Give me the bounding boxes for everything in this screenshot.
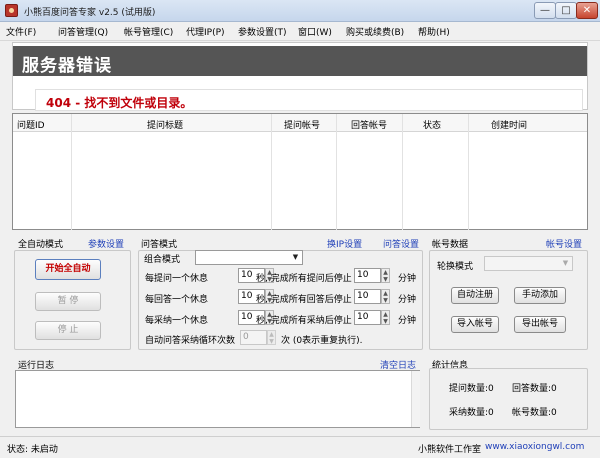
web-browser-area[interactable]: 服务器错误 404 - 找不到文件或目录。 [12, 42, 588, 111]
menu-buy-renew[interactable]: 购买或续费(B) [346, 25, 404, 38]
auto-mode-title: 全自动模式 [18, 240, 64, 250]
run-log-textarea[interactable] [15, 370, 420, 428]
question-table[interactable]: 问题ID 提问标题 提问帐号 回答帐号 状态 创建时间 [12, 113, 588, 230]
import-accounts-button[interactable]: 导入帐号 [451, 316, 499, 333]
menu-bar: 文件(F) 问答管理(Q) 帐号管理(C) 代理IP(P) 参数设置(T) 窗口… [0, 22, 600, 41]
minimize-button[interactable]: — [534, 2, 556, 19]
chevron-down-icon: ▼ [292, 253, 299, 261]
column-answer-account[interactable]: 回答帐号 [351, 118, 387, 131]
status-text: 状态: 未启动 [7, 445, 58, 455]
adopt-stop-label: 秒, 完成所有采纳后停止 [256, 316, 352, 326]
adopt-count-value: 0 [488, 408, 494, 418]
loop-count-spinner[interactable]: ▲ ▼ [267, 330, 276, 345]
column-divider [71, 114, 72, 230]
chevron-down-icon: ▼ [562, 259, 569, 267]
export-accounts-button[interactable]: 导出帐号 [514, 316, 566, 333]
column-question-id[interactable]: 问题ID [17, 118, 45, 131]
answer-unit-label: 分钟 [398, 295, 417, 305]
combo-mode-label: 组合模式 [144, 255, 181, 265]
answer-count-value: 0 [551, 384, 557, 394]
switch-ip-link[interactable]: 换IP设置 [327, 237, 362, 250]
column-question-title[interactable]: 提问标题 [147, 118, 183, 131]
rotate-mode-label: 轮换模式 [437, 262, 474, 272]
rotate-mode-select[interactable]: ▼ [484, 256, 573, 271]
account-count-label: 帐号数量:0 [512, 408, 557, 418]
account-data-title: 帐号数据 [432, 240, 469, 250]
window-title: 小熊百度问答专家 v2.5 (试用版) [24, 8, 156, 18]
ask-stop-label: 秒, 完成所有提问后停止 [256, 274, 352, 284]
title-bar[interactable]: 小熊百度问答专家 v2.5 (试用版) — □ ✕ [0, 0, 600, 22]
ask-rest-label: 每提问一个休息 [145, 274, 209, 284]
menu-qa-manage[interactable]: 问答管理(Q) [58, 25, 108, 38]
status-value: 未启动 [30, 445, 58, 455]
manual-add-button[interactable]: 手动添加 [514, 287, 566, 304]
auto-settings-link[interactable]: 参数设置 [88, 237, 124, 250]
close-button[interactable]: ✕ [576, 2, 598, 19]
column-created-time[interactable]: 创建时间 [491, 118, 527, 131]
maximize-button[interactable]: □ [555, 2, 577, 19]
app-bear-icon [5, 4, 18, 17]
ask-count-value: 0 [488, 384, 494, 394]
loop-count-input[interactable]: 0 [240, 330, 267, 345]
ask-stop-spinner[interactable]: ▲ ▼ [381, 268, 390, 283]
combo-mode-select[interactable]: ▼ [195, 250, 303, 265]
adopt-unit-label: 分钟 [398, 316, 417, 326]
column-status[interactable]: 状态 [423, 118, 441, 131]
server-error-title: 服务器错误 [22, 56, 112, 76]
answer-rest-label: 每回答一个休息 [145, 295, 209, 305]
loop-count-hint: 次 (0表示重复执行). [281, 336, 363, 346]
adopt-stop-spinner[interactable]: ▲ ▼ [381, 310, 390, 325]
account-settings-link[interactable]: 帐号设置 [546, 237, 582, 250]
ask-stop-input[interactable]: 10 [354, 268, 381, 283]
ask-unit-label: 分钟 [398, 274, 417, 284]
qa-settings-link[interactable]: 问答设置 [383, 237, 419, 250]
stats-group [429, 368, 588, 430]
log-scrollbar[interactable] [411, 371, 420, 427]
answer-stop-input[interactable]: 10 [354, 289, 381, 304]
answer-stop-spinner[interactable]: ▲ ▼ [381, 289, 390, 304]
menu-parameters[interactable]: 参数设置(T) [238, 25, 287, 38]
adopt-count-label: 采纳数量:0 [449, 408, 494, 418]
menu-account-manage[interactable]: 帐号管理(C) [124, 25, 173, 38]
account-count-value: 0 [551, 408, 557, 418]
error-message: 404 - 找不到文件或目录。 [46, 96, 193, 110]
column-divider [402, 114, 403, 230]
start-auto-button[interactable]: 开始全自动 [35, 259, 101, 280]
error-banner: 服务器错误 [13, 46, 587, 76]
loop-count-label: 自动问答采纳循环次数 [145, 336, 236, 346]
answer-stop-label: 秒, 完成所有回答后停止 [256, 295, 352, 305]
column-ask-account[interactable]: 提问帐号 [284, 118, 320, 131]
menu-window[interactable]: 窗口(W) [298, 25, 332, 38]
qa-mode-title: 问答模式 [141, 240, 178, 250]
stop-button[interactable]: 停 止 [35, 321, 101, 340]
menu-proxy-ip[interactable]: 代理IP(P) [186, 25, 225, 38]
column-divider [468, 114, 469, 230]
answer-count-label: 回答数量:0 [512, 384, 557, 394]
table-header: 问题ID 提问标题 提问帐号 回答帐号 状态 创建时间 [13, 114, 587, 132]
status-bar: 状态: 未启动 小熊软件工作室 www.xiaoxiongwl.com [0, 436, 600, 458]
auto-register-button[interactable]: 自动注册 [451, 287, 499, 304]
column-divider [336, 114, 337, 230]
studio-name: 小熊软件工作室 [418, 445, 482, 455]
error-content-box: 404 - 找不到文件或目录。 [35, 89, 583, 111]
website-link[interactable]: www.xiaoxiongwl.com [485, 442, 584, 452]
adopt-rest-label: 每采纳一个休息 [145, 316, 209, 326]
adopt-stop-input[interactable]: 10 [354, 310, 381, 325]
ask-count-label: 提问数量:0 [449, 384, 494, 394]
pause-button[interactable]: 暂 停 [35, 292, 101, 311]
column-divider [271, 114, 272, 230]
menu-help[interactable]: 帮助(H) [418, 25, 450, 38]
menu-file[interactable]: 文件(F) [6, 25, 36, 38]
